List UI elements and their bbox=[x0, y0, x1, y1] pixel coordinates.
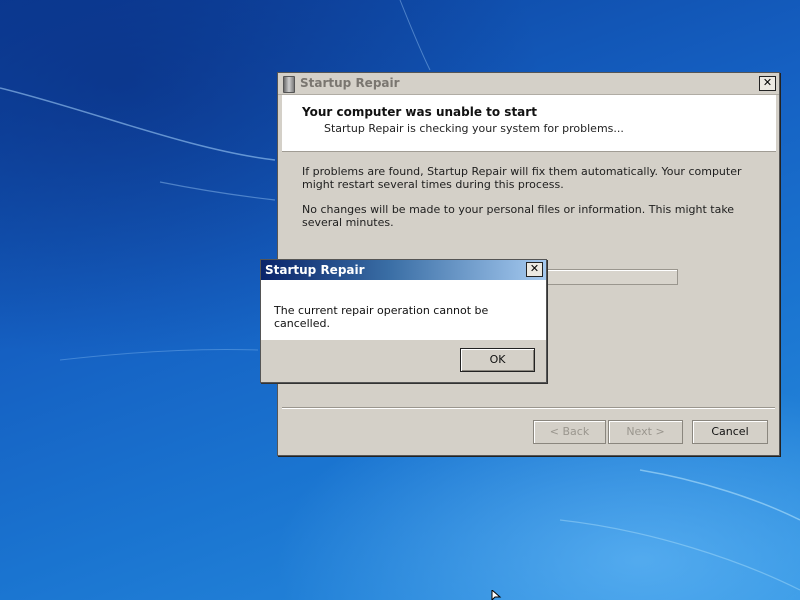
back-button[interactable]: < Back bbox=[533, 420, 606, 444]
dialog-message-area: The current repair operation cannot be c… bbox=[261, 280, 546, 340]
mouse-cursor-icon bbox=[491, 590, 502, 600]
next-button[interactable]: Next > bbox=[608, 420, 683, 444]
cancel-warning-dialog: Startup Repair ✕ The current repair oper… bbox=[260, 259, 547, 383]
dialog-message: The current repair operation cannot be c… bbox=[274, 304, 489, 330]
dialog-close-button[interactable]: ✕ bbox=[526, 262, 543, 277]
wizard-title: Startup Repair bbox=[300, 76, 400, 90]
ok-button[interactable]: OK bbox=[460, 348, 535, 372]
progress-bar bbox=[540, 269, 678, 285]
header-title: Your computer was unable to start bbox=[302, 105, 537, 119]
startup-repair-icon bbox=[283, 76, 295, 93]
dialog-titlebar[interactable]: Startup Repair ✕ bbox=[261, 260, 546, 280]
button-separator bbox=[282, 407, 775, 409]
wizard-close-button[interactable]: ✕ bbox=[759, 76, 776, 91]
info-paragraph-1: If problems are found, Startup Repair wi… bbox=[302, 165, 742, 191]
cancel-button[interactable]: Cancel bbox=[692, 420, 768, 444]
header-subtitle: Startup Repair is checking your system f… bbox=[324, 122, 624, 135]
wizard-header-panel: Your computer was unable to start Startu… bbox=[282, 95, 776, 152]
dialog-title: Startup Repair bbox=[265, 263, 365, 277]
wizard-titlebar[interactable]: Startup Repair ✕ bbox=[278, 73, 779, 95]
info-paragraph-2: No changes will be made to your personal… bbox=[302, 203, 735, 229]
